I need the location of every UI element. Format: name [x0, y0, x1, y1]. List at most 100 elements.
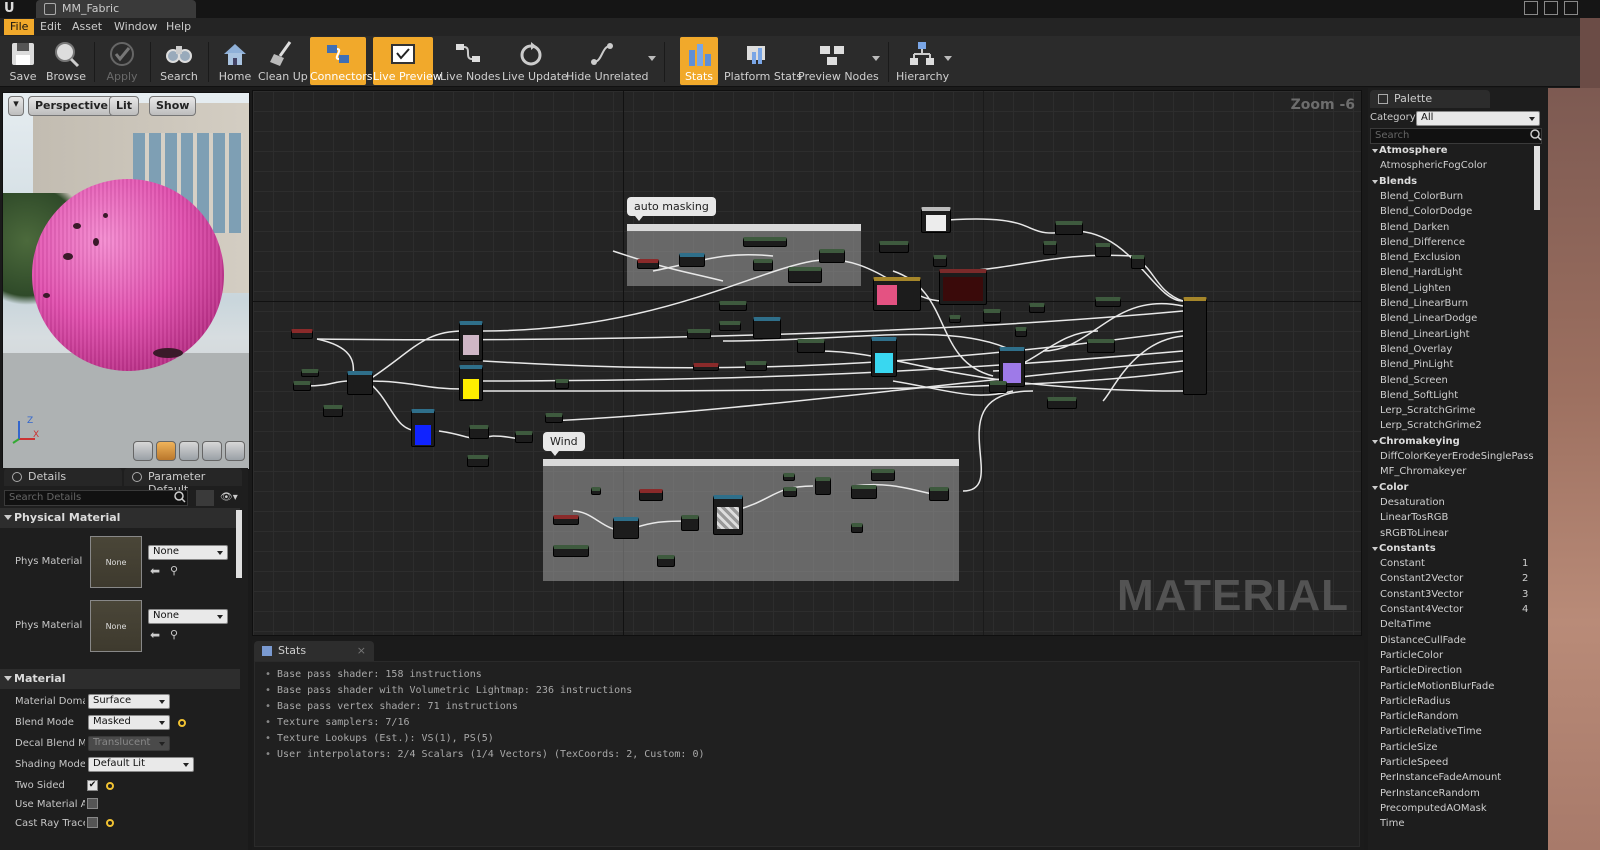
palette-category[interactable]: Chromakeying	[1372, 436, 1460, 447]
graph-node[interactable]	[553, 515, 579, 525]
menu-file[interactable]: File	[4, 19, 35, 35]
palette-item[interactable]: PerInstanceFadeAmount	[1380, 772, 1530, 783]
reset-to-default-icon[interactable]	[106, 819, 114, 827]
close-button[interactable]	[1564, 1, 1578, 15]
palette-item[interactable]: Constant2Vector	[1380, 573, 1530, 584]
palette-item[interactable]: ParticleRelativeTime	[1380, 726, 1530, 737]
graph-node[interactable]	[657, 555, 675, 567]
graph-node[interactable]	[1015, 327, 1027, 337]
palette-item[interactable]: Blend_Difference	[1380, 237, 1530, 248]
graph-node[interactable]	[687, 329, 711, 339]
live-nodes-button[interactable]: Live Nodes	[440, 37, 500, 85]
graph-node[interactable]	[347, 371, 373, 395]
hide-unrelated-button[interactable]: Hide Unrelated	[566, 37, 649, 85]
palette-item[interactable]: Desaturation	[1380, 497, 1530, 508]
texture-sample-node[interactable]	[873, 277, 921, 311]
palette-item[interactable]: ParticleMotionBlurFade	[1380, 681, 1530, 692]
palette-item[interactable]: DistanceCullFade	[1380, 635, 1530, 646]
hierarchy-dropdown[interactable]	[944, 56, 952, 61]
maximize-button[interactable]	[1544, 1, 1558, 15]
graph-node[interactable]	[545, 413, 563, 423]
palette-item[interactable]: Blend_Exclusion	[1380, 252, 1530, 263]
phys-material-mask-dropdown[interactable]: None	[148, 609, 228, 624]
palette-item[interactable]: PrecomputedAOMask	[1380, 803, 1530, 814]
palette-category[interactable]: Atmosphere	[1372, 145, 1448, 156]
palette-item[interactable]: PerInstanceRandom	[1380, 788, 1530, 799]
palette-item[interactable]: Constant4Vector	[1380, 604, 1530, 615]
graph-node[interactable]	[323, 405, 343, 417]
live-preview-button[interactable]: Live Preview	[373, 37, 442, 85]
preview-nodes-button[interactable]: Preview Nodes	[798, 37, 879, 85]
use-selected-arrow-icon[interactable]: ⬅	[150, 564, 160, 578]
graph-node[interactable]	[639, 489, 663, 501]
palette-item[interactable]: Blend_Darken	[1380, 222, 1530, 233]
reset-to-default-icon[interactable]	[106, 782, 114, 790]
browse-asset-icon[interactable]: ⚲	[170, 628, 178, 641]
apply-button[interactable]: Apply	[100, 37, 144, 85]
graph-node[interactable]	[783, 487, 797, 497]
perspective-button[interactable]: Perspective	[28, 96, 116, 116]
graph-node[interactable]	[591, 487, 601, 495]
palette-item[interactable]: sRGBToLinear	[1380, 528, 1530, 539]
home-button[interactable]: Home	[214, 37, 256, 85]
graph-node[interactable]	[467, 455, 489, 467]
graph-node[interactable]	[949, 315, 961, 323]
palette-category[interactable]: Constants	[1372, 543, 1436, 554]
plane-preview-icon[interactable]	[179, 441, 199, 461]
palette-item[interactable]: LinearTosRGB	[1380, 512, 1530, 523]
texture-sample-node[interactable]	[713, 495, 743, 535]
cube-preview-icon[interactable]	[202, 441, 222, 461]
graph-node[interactable]	[871, 469, 895, 481]
use-material-attributes-checkbox[interactable]	[87, 798, 98, 809]
palette-item[interactable]: ParticleColor	[1380, 650, 1530, 661]
material-graph[interactable]: Zoom -6 MATERIAL auto masking Wind	[252, 90, 1362, 636]
cast-ray-traced-checkbox[interactable]	[87, 817, 98, 828]
cleanup-button[interactable]: Clean Up	[258, 37, 308, 85]
palette-item[interactable]: Blend_Overlay	[1380, 344, 1530, 355]
graph-node[interactable]	[1095, 243, 1111, 257]
graph-node[interactable]	[745, 361, 767, 371]
graph-node[interactable]	[921, 207, 951, 233]
graph-node[interactable]	[1047, 397, 1077, 409]
connectors-button[interactable]: Connectors	[310, 37, 372, 85]
phys-material-thumbnail[interactable]: None	[90, 536, 142, 588]
preview-viewport[interactable]: ▾ Perspective Lit Show Z X	[2, 92, 250, 470]
palette-category[interactable]: Blends	[1372, 176, 1417, 187]
graph-node[interactable]	[693, 363, 719, 371]
tab-palette[interactable]: Palette	[1370, 90, 1490, 108]
view-options-icon[interactable]	[196, 490, 214, 506]
graph-node[interactable]	[929, 487, 949, 501]
tab-parameter-default[interactable]: Parameter Default	[124, 468, 242, 496]
section-material[interactable]: Material	[0, 669, 240, 689]
palette-item[interactable]: Blend_LinearBurn	[1380, 298, 1530, 309]
graph-node[interactable]	[293, 381, 311, 391]
phys-material-dropdown[interactable]: None	[148, 545, 228, 560]
palette-item[interactable]: ParticleSpeed	[1380, 757, 1530, 768]
sphere-preview-icon[interactable]	[156, 441, 176, 461]
graph-node[interactable]	[815, 477, 831, 495]
palette-item[interactable]: Lerp_ScratchGrime2	[1380, 420, 1530, 431]
details-search-input[interactable]: Search Details	[4, 490, 188, 506]
graph-node[interactable]	[933, 255, 947, 267]
palette-item[interactable]: Blend_ColorDodge	[1380, 206, 1530, 217]
graph-node[interactable]	[469, 425, 489, 439]
graph-node[interactable]	[1055, 221, 1083, 235]
graph-node[interactable]	[515, 431, 533, 443]
palette-item[interactable]: Blend_SoftLight	[1380, 390, 1530, 401]
asset-tab[interactable]: MM_Fabric	[36, 0, 196, 18]
reset-to-default-icon[interactable]	[178, 719, 186, 727]
browse-button[interactable]: Browse	[44, 37, 88, 85]
material-domain-dropdown[interactable]: Surface	[88, 694, 170, 709]
menu-asset[interactable]: Asset	[66, 19, 108, 35]
graph-node[interactable]	[1087, 339, 1115, 353]
texture-sample-node[interactable]	[411, 409, 435, 447]
details-scrollbar[interactable]	[236, 510, 242, 578]
palette-item[interactable]: Blend_HardLight	[1380, 267, 1530, 278]
shading-model-dropdown[interactable]: Default Lit	[88, 757, 194, 772]
graph-node[interactable]	[291, 329, 313, 339]
graph-node[interactable]	[819, 249, 845, 263]
palette-item[interactable]: ParticleSize	[1380, 742, 1530, 753]
palette-item[interactable]: Time	[1380, 818, 1530, 829]
palette-item[interactable]: Constant3Vector	[1380, 589, 1530, 600]
texture-sample-node[interactable]	[459, 365, 483, 401]
